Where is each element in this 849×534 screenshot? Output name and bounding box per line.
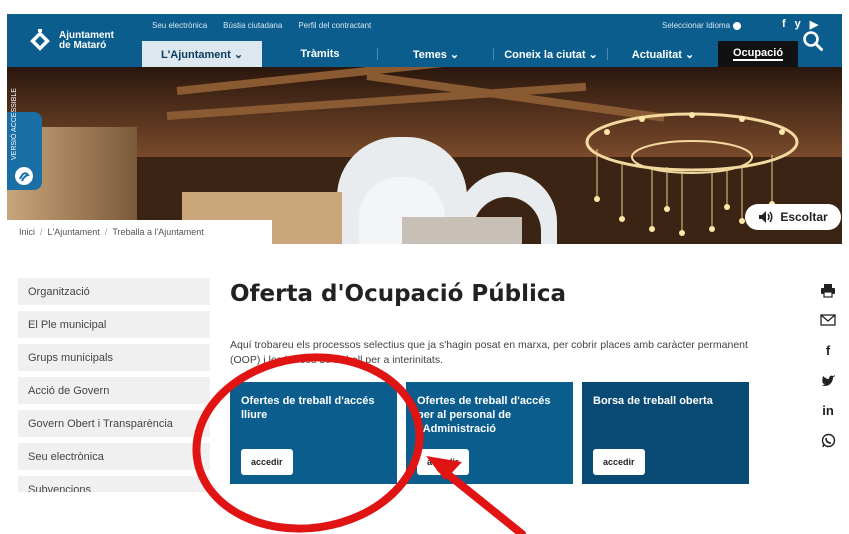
top-links: Seu electrònica Bústia ciutadana Perfil … <box>152 21 371 30</box>
nav-ocupacio[interactable]: Ocupació <box>718 41 798 67</box>
nav-label: L'Ajuntament ⌄ <box>160 48 244 61</box>
search-icon[interactable] <box>802 30 824 52</box>
language-selector[interactable]: Seleccionar Idioma <box>662 21 742 30</box>
card-acces-lliure[interactable]: Ofertes de treball d'accés lliure accedi… <box>230 382 397 484</box>
accessibility-icon <box>15 167 33 185</box>
print-icon[interactable] <box>820 281 836 299</box>
nav-label: Ocupació <box>732 47 784 61</box>
page-title: Oferta d'Ocupació Pública <box>230 281 567 307</box>
nav-label: Actualitat ⌄ <box>631 48 695 61</box>
nav-coneix[interactable]: Coneix la ciutat ⌄ <box>494 41 608 67</box>
breadcrumb-separator: / <box>104 227 108 237</box>
card-title: Ofertes de treball d'accés per al person… <box>417 395 551 435</box>
nav-label: Tràmits <box>300 48 340 60</box>
site-header: Ajuntament de Mataró Seu electrònica Bús… <box>7 14 842 67</box>
intro-text: Aquí trobareu els processos selectius qu… <box>230 339 748 366</box>
sidebar-item-organitzacio[interactable]: Organització <box>18 278 210 305</box>
mail-icon[interactable] <box>820 311 836 329</box>
top-link-seu[interactable]: Seu electrònica <box>152 21 207 30</box>
sidebar-item-grups[interactable]: Grups municipals <box>18 344 210 371</box>
breadcrumb-home[interactable]: Inici <box>19 227 35 237</box>
nav-actualitat[interactable]: Actualitat ⌄ <box>608 41 718 67</box>
breadcrumb: Inici / L'Ajuntament / Treballa a l'Ajun… <box>7 220 272 244</box>
hero-image <box>7 67 842 244</box>
accessible-version-label: VERSIÓ ACCESSIBLE <box>11 88 18 160</box>
top-link-perfil[interactable]: Perfil del contractant <box>298 21 371 30</box>
facebook-icon[interactable]: f <box>782 18 786 31</box>
accedir-button[interactable]: accedir <box>241 449 293 475</box>
logo-text: Ajuntament de Mataró <box>59 31 114 51</box>
twitter-icon[interactable] <box>821 371 836 389</box>
city-crest-icon <box>30 29 50 51</box>
card-title: Borsa de treball oberta <box>593 395 713 407</box>
accedir-button[interactable]: accedir <box>593 449 645 475</box>
breadcrumb-current: Treballa a l'Ajuntament <box>112 227 204 237</box>
top-link-bustia[interactable]: Bústia ciutadana <box>223 21 282 30</box>
language-label: Seleccionar Idioma <box>662 21 731 30</box>
twitter-icon[interactable]: y <box>795 18 801 31</box>
sidebar-item-govern-obert[interactable]: Govern Obert i Transparència <box>18 410 210 437</box>
sidebar-item-seu[interactable]: Seu electrònica <box>18 443 210 470</box>
sidebar-item-subvencions[interactable]: Subvencions <box>18 476 210 492</box>
breadcrumb-ajuntament[interactable]: L'Ajuntament <box>48 227 100 237</box>
logo-line-2: de Mataró <box>59 40 107 51</box>
share-bar: f in <box>818 281 838 449</box>
chevron-down-icon <box>733 21 742 30</box>
nav-temes[interactable]: Temes ⌄ <box>378 41 494 67</box>
nav-tramits[interactable]: Tràmits <box>262 41 378 67</box>
site-logo[interactable]: Ajuntament de Mataró <box>27 26 137 56</box>
breadcrumb-separator: / <box>40 227 43 237</box>
card-acces-personal[interactable]: Ofertes de treball d'accés per al person… <box>406 382 573 484</box>
sidebar: Organització El Ple municipal Grups muni… <box>18 278 210 492</box>
listen-button[interactable]: Escoltar <box>745 204 841 230</box>
main-nav: L'Ajuntament ⌄ Tràmits Temes ⌄ Coneix la… <box>142 41 798 67</box>
hero-base <box>402 217 522 244</box>
facebook-icon[interactable]: f <box>826 341 830 359</box>
whatsapp-icon[interactable] <box>821 431 836 449</box>
nav-label: Temes ⌄ <box>412 48 460 61</box>
sidebar-item-ple[interactable]: El Ple municipal <box>18 311 210 338</box>
linkedin-icon[interactable]: in <box>822 401 834 419</box>
accessible-version-tab[interactable]: VERSIÓ ACCESSIBLE <box>7 88 42 190</box>
nav-ajuntament[interactable]: L'Ajuntament ⌄ <box>142 41 262 67</box>
card-title: Ofertes de treball d'accés lliure <box>241 395 375 421</box>
card-borsa-treball[interactable]: Borsa de treball oberta accedir <box>582 382 749 484</box>
nav-label: Coneix la ciutat ⌄ <box>504 48 598 61</box>
sidebar-item-accio[interactable]: Acció de Govern <box>18 377 210 404</box>
speaker-icon <box>759 211 773 223</box>
accedir-button[interactable]: accedir <box>417 449 469 475</box>
listen-label: Escoltar <box>780 210 828 224</box>
